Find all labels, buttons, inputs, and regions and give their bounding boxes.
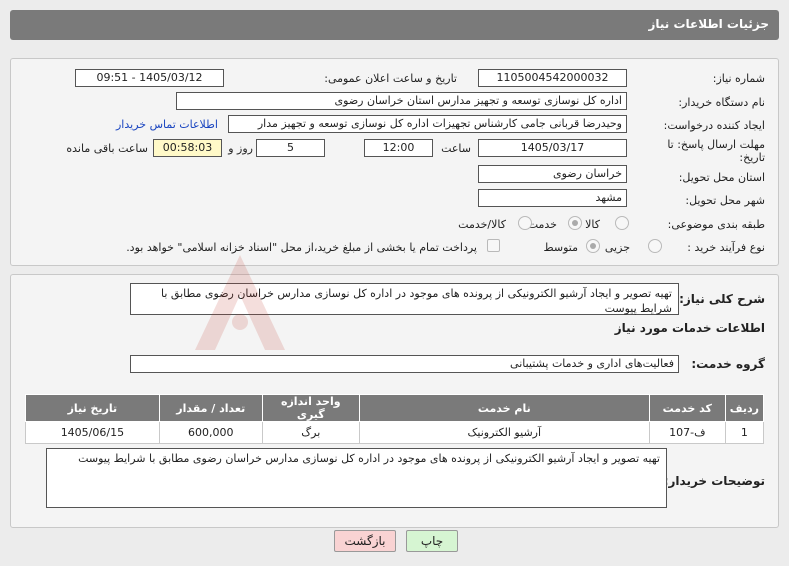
need-number-label: شماره نیاز: bbox=[712, 72, 765, 85]
category-label: طبقه بندی موضوعی: bbox=[667, 218, 765, 231]
remaining-days-label: روز و bbox=[228, 142, 253, 155]
page-header: جزئیات اطلاعات نیاز bbox=[10, 10, 779, 40]
column-unit: واحد اندازه گیری bbox=[261, 394, 360, 422]
category-option-goods-service: کالا/خدمت bbox=[458, 218, 506, 231]
remaining-days-field: 5 bbox=[256, 139, 325, 157]
category-radio-service[interactable] bbox=[568, 216, 582, 230]
city-label: شهر محل تحویل: bbox=[685, 194, 765, 207]
deadline-time-field: 12:00 bbox=[364, 139, 433, 157]
column-quantity: تعداد / مقدار bbox=[158, 394, 263, 422]
buyer-org-field: اداره کل نوسازی توسعه و تجهیز مدارس استا… bbox=[176, 92, 627, 110]
page-title: جزئیات اطلاعات نیاز bbox=[648, 17, 769, 31]
deadline-label-date: تاریخ: bbox=[739, 151, 765, 164]
deadline-label: مهلت ارسال پاسخ: تا bbox=[667, 138, 765, 151]
need-number-field: 1105004542000032 bbox=[478, 69, 627, 87]
category-option-goods: کالا bbox=[585, 218, 600, 231]
buyer-org-label: نام دستگاه خریدار: bbox=[678, 96, 765, 109]
province-field: خراسان رضوی bbox=[478, 165, 627, 183]
service-group-label: گروه خدمت: bbox=[691, 357, 765, 371]
cell-row-number: 1 bbox=[724, 421, 765, 444]
cell-quantity: 600,000 bbox=[158, 421, 263, 444]
process-radio-medium[interactable] bbox=[586, 239, 600, 253]
process-radio-minor[interactable] bbox=[648, 239, 662, 253]
cell-unit: برگ bbox=[261, 421, 360, 444]
deadline-date-field: 1405/03/17 bbox=[478, 139, 627, 157]
service-group-field: فعالیت‌های اداری و خدمات پشتیبانی bbox=[130, 355, 679, 373]
category-option-service: خدمت bbox=[527, 218, 557, 231]
process-option-minor: جزیی bbox=[604, 241, 630, 254]
category-radio-goods-service[interactable] bbox=[518, 216, 532, 230]
remaining-time-label: ساعت باقی مانده bbox=[66, 142, 148, 155]
creator-label: ایجاد کننده درخواست: bbox=[663, 119, 765, 132]
deadline-time-label: ساعت bbox=[441, 142, 471, 155]
category-radio-goods[interactable] bbox=[615, 216, 629, 230]
cell-service-name: آرشیو الکترونیک bbox=[358, 421, 650, 444]
column-row-number: ردیف bbox=[724, 394, 765, 422]
print-button[interactable]: چاپ bbox=[406, 530, 458, 552]
process-label: نوع فرآیند خرید : bbox=[687, 241, 765, 254]
services-table: ردیف کد خدمت نام خدمت واحد اندازه گیری ت… bbox=[25, 394, 765, 444]
buyer-notes-field: تهیه تصویر و ایجاد آرشیو الکترونیکی از پ… bbox=[46, 448, 667, 508]
table-row: 1 ف-107 آرشیو الکترونیک برگ 600,000 1405… bbox=[25, 421, 765, 444]
announce-date-field: 1405/03/12 - 09:51 bbox=[75, 69, 224, 87]
treasury-payment-checkbox[interactable] bbox=[487, 239, 500, 252]
column-service-code: کد خدمت bbox=[648, 394, 726, 422]
services-title: اطلاعات خدمات مورد نیاز bbox=[614, 321, 765, 335]
creator-field: وحیدرضا قربانی جامی کارشناس تجهیزات ادار… bbox=[228, 115, 627, 133]
buyer-contact-link[interactable]: اطلاعات تماس خریدار bbox=[116, 118, 218, 131]
city-field: مشهد bbox=[478, 189, 627, 207]
buyer-notes-label: توضیحات خریدار: bbox=[663, 474, 765, 488]
province-label: استان محل تحویل: bbox=[678, 171, 765, 184]
column-service-name: نام خدمت bbox=[358, 394, 650, 422]
cell-need-date: 1405/06/15 bbox=[25, 421, 160, 444]
description-field: تهیه تصویر و ایجاد آرشیو الکترونیکی از پ… bbox=[130, 283, 679, 315]
payment-note: پرداخت تمام یا بخشی از مبلغ خرید،از محل … bbox=[126, 241, 477, 254]
process-option-medium: متوسط bbox=[543, 241, 578, 254]
cell-service-code: ف-107 bbox=[648, 421, 726, 444]
description-label: شرح کلی نیاز: bbox=[679, 292, 765, 306]
column-need-date: تاریخ نیاز bbox=[25, 394, 160, 422]
announce-date-label: تاریخ و ساعت اعلان عمومی: bbox=[324, 72, 457, 85]
back-button[interactable]: بازگشت bbox=[334, 530, 396, 552]
remaining-time-field: 00:58:03 bbox=[153, 139, 222, 157]
table-header-row: ردیف کد خدمت نام خدمت واحد اندازه گیری ت… bbox=[25, 394, 765, 422]
need-info-panel bbox=[10, 58, 779, 266]
